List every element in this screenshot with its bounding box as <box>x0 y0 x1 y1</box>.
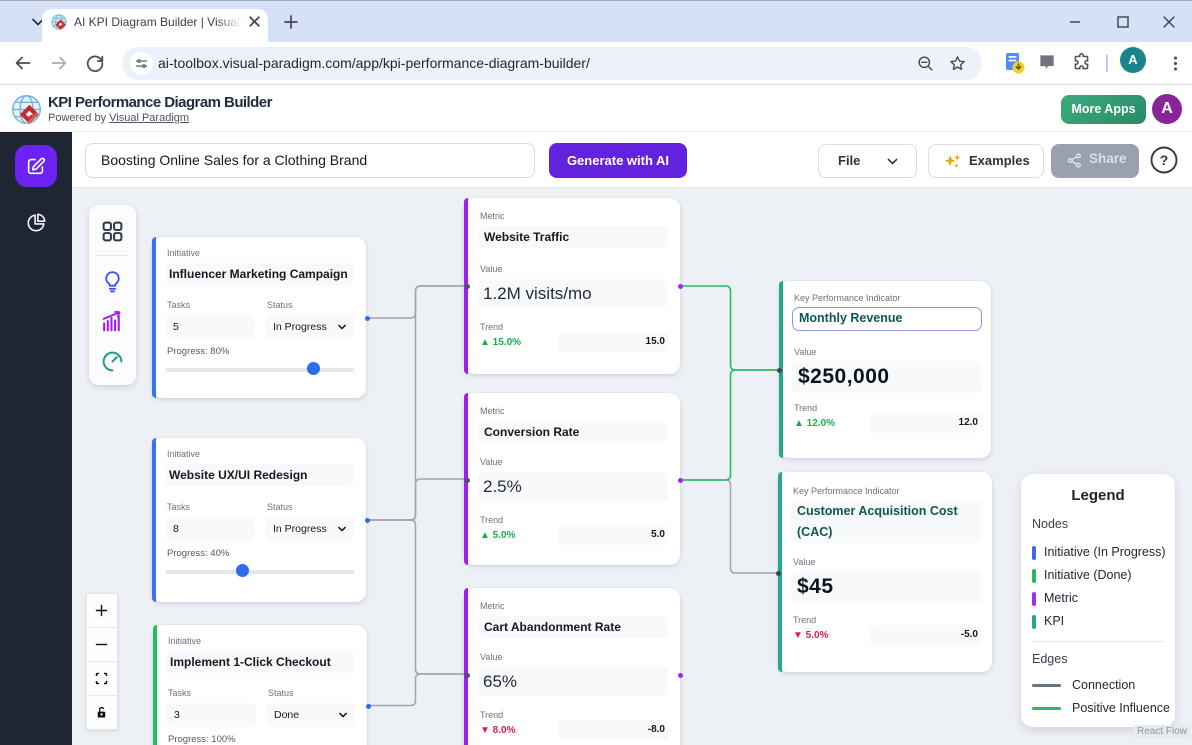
svg-text:?: ? <box>1160 152 1169 168</box>
